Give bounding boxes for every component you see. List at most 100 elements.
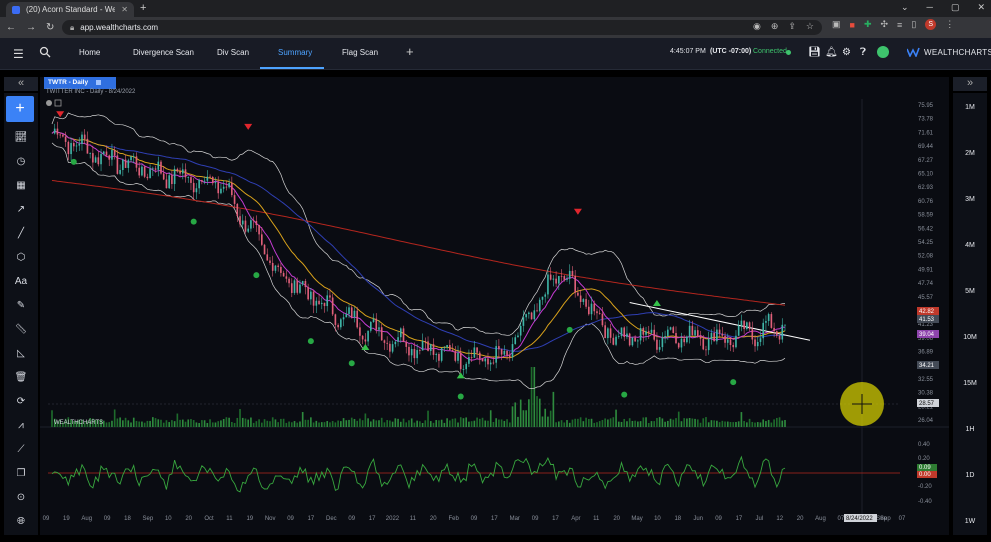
close-window-icon[interactable]: ✕ xyxy=(977,2,985,13)
lightbulb-icon[interactable] xyxy=(877,46,889,58)
tab-flag-scan[interactable]: Flag Scan xyxy=(342,48,378,57)
candle-body xyxy=(519,325,522,336)
volume-bar xyxy=(416,420,418,427)
payment-icon[interactable]: ◉ xyxy=(753,21,761,32)
layers-tool-icon[interactable]: ❐ xyxy=(14,467,28,481)
chart-symbol-tab[interactable]: TWTR - Daily xyxy=(44,77,116,89)
chart-tool-icon[interactable]: ⩘ xyxy=(14,419,28,433)
volume-bar xyxy=(525,410,527,427)
media-icon[interactable]: ≡ xyxy=(897,20,902,30)
candle-body xyxy=(307,287,309,300)
extension-red-icon[interactable]: ■ xyxy=(850,20,855,30)
candle-body xyxy=(631,337,634,346)
hamburger-menu-icon[interactable]: ☰ xyxy=(13,47,24,61)
volume-logo: WEALTHCHARTS xyxy=(54,420,103,426)
tab-summary[interactable]: Summary xyxy=(278,48,312,57)
trash-tool-icon[interactable]: 🗑︎ xyxy=(14,371,28,385)
share-icon[interactable]: ⇪ xyxy=(788,21,796,32)
price-chart[interactable]: WEALTHCHARTS 75.95 73.78 71.61 69.44 67.27 65… xyxy=(40,77,949,535)
text-tool-icon[interactable]: Aa xyxy=(14,275,28,289)
extension-green-icon[interactable]: ✚ xyxy=(864,19,872,30)
zoom-icon[interactable]: ⊕ xyxy=(771,21,779,32)
globe-tool-icon[interactable]: 🌐︎ xyxy=(14,515,28,529)
tab-divergence-scan[interactable]: Divergence Scan xyxy=(133,48,194,57)
volume-bar xyxy=(478,418,481,427)
back-icon[interactable]: ← xyxy=(6,22,16,33)
chevron-down-icon[interactable]: ⌄ xyxy=(901,2,909,13)
puzzle-icon[interactable]: ✣ xyxy=(881,19,889,30)
polyline-tool-icon[interactable]: ⟋ xyxy=(14,443,28,457)
volume-bar xyxy=(514,402,517,427)
chart-panel[interactable]: WEALTHCHARTS 75.95 73.78 71.61 69.44 67.27 65… xyxy=(40,77,949,535)
minimize-icon[interactable]: ─ xyxy=(927,2,933,13)
time-tick-label: 10 xyxy=(165,516,172,522)
url-text: app.wealthcharts.com xyxy=(80,23,159,32)
volume-bar xyxy=(165,420,168,427)
volume-bar xyxy=(677,411,680,427)
candle-body xyxy=(217,182,220,194)
candle-body xyxy=(203,180,206,182)
interval-1m[interactable]: 1M xyxy=(953,104,987,111)
volume-bar xyxy=(667,420,669,427)
ruler-tool-icon[interactable]: 📏︎ xyxy=(14,323,28,337)
trend-tool-icon[interactable]: ↗ xyxy=(14,203,28,217)
reload-icon[interactable]: ↻ xyxy=(46,22,54,33)
candle-body xyxy=(656,339,658,350)
candle-body xyxy=(601,313,604,326)
more-icon[interactable]: ⋮ xyxy=(945,19,954,30)
sidebar-icon[interactable]: ▯ xyxy=(911,19,916,30)
interval-1h[interactable]: 1H xyxy=(953,426,987,433)
interval-10m[interactable]: 10M xyxy=(953,334,987,341)
indicator-tool-icon[interactable]: 📈︎ xyxy=(14,131,28,145)
crosshair-tool-button[interactable]: + xyxy=(6,96,34,122)
candle-body xyxy=(304,280,307,288)
browser-tab[interactable]: (20) Acorn Standard - WealthCh... ✕ xyxy=(6,2,134,17)
collapse-right-button[interactable]: » xyxy=(953,77,987,91)
candle-body xyxy=(124,159,127,168)
profile-avatar[interactable]: S xyxy=(925,19,937,30)
volume-bar xyxy=(244,418,247,427)
volume-bar xyxy=(269,421,271,427)
volume-bar xyxy=(293,421,296,427)
interval-3m[interactable]: 3M xyxy=(953,196,987,203)
interval-4m[interactable]: 4M xyxy=(953,242,987,249)
interval-15m[interactable]: 15M xyxy=(953,380,987,387)
add-tab-button[interactable]: + xyxy=(406,44,414,59)
gear-icon[interactable]: ⚙ xyxy=(842,47,851,58)
line-tool-icon[interactable]: ╱ xyxy=(14,227,28,241)
calendar-tool-icon[interactable]: ▦ xyxy=(14,179,28,193)
sync-tool-icon[interactable]: ⟳ xyxy=(14,395,28,409)
bell-icon[interactable]: 🔔︎ xyxy=(825,47,838,58)
volume-bar xyxy=(108,422,111,427)
volume-bar xyxy=(364,413,367,427)
volume-bar xyxy=(427,410,429,427)
help-icon[interactable]: ❓︎ xyxy=(860,47,866,58)
pencil-tool-icon[interactable]: ✎ xyxy=(14,299,28,313)
candle-body xyxy=(484,358,487,362)
collapse-left-button[interactable]: « xyxy=(4,77,38,91)
url-input[interactable]: 🔒︎ app.wealthcharts.com ◉ ⊕ ⇪ ☆ xyxy=(62,20,822,35)
bookmark-star-icon[interactable]: ☆ xyxy=(806,21,814,32)
tab-div-scan[interactable]: Div Scan xyxy=(217,48,249,57)
close-tab-icon[interactable]: ✕ xyxy=(121,5,128,14)
search-icon[interactable] xyxy=(39,46,51,58)
compare-tool-icon[interactable]: ⊙ xyxy=(14,491,28,505)
interval-5m[interactable]: 5M xyxy=(953,288,987,295)
volume-bar xyxy=(601,419,604,427)
save-icon[interactable]: 💾︎ xyxy=(808,47,821,58)
new-tab-button[interactable]: + xyxy=(140,2,146,14)
interval-1d[interactable]: 1D xyxy=(953,472,987,479)
timezone[interactable]: (UTC -07:00) xyxy=(710,48,751,55)
tab-home[interactable]: Home xyxy=(79,48,100,57)
shape-tool-icon[interactable]: ⬡ xyxy=(14,251,28,265)
volume-bar xyxy=(696,419,699,427)
forward-icon[interactable]: → xyxy=(26,22,36,33)
price-tick-label: 49.91 xyxy=(918,267,934,273)
angle-tool-icon[interactable]: ◺ xyxy=(14,347,28,361)
interval-1w[interactable]: 1W xyxy=(953,518,987,525)
candle-body xyxy=(533,310,536,320)
interval-2m[interactable]: 2M xyxy=(953,150,987,157)
extension-icon[interactable]: ▣ xyxy=(832,19,841,30)
clock-tool-icon[interactable]: ◷ xyxy=(14,155,28,169)
maximize-icon[interactable]: ▢ xyxy=(951,2,960,13)
